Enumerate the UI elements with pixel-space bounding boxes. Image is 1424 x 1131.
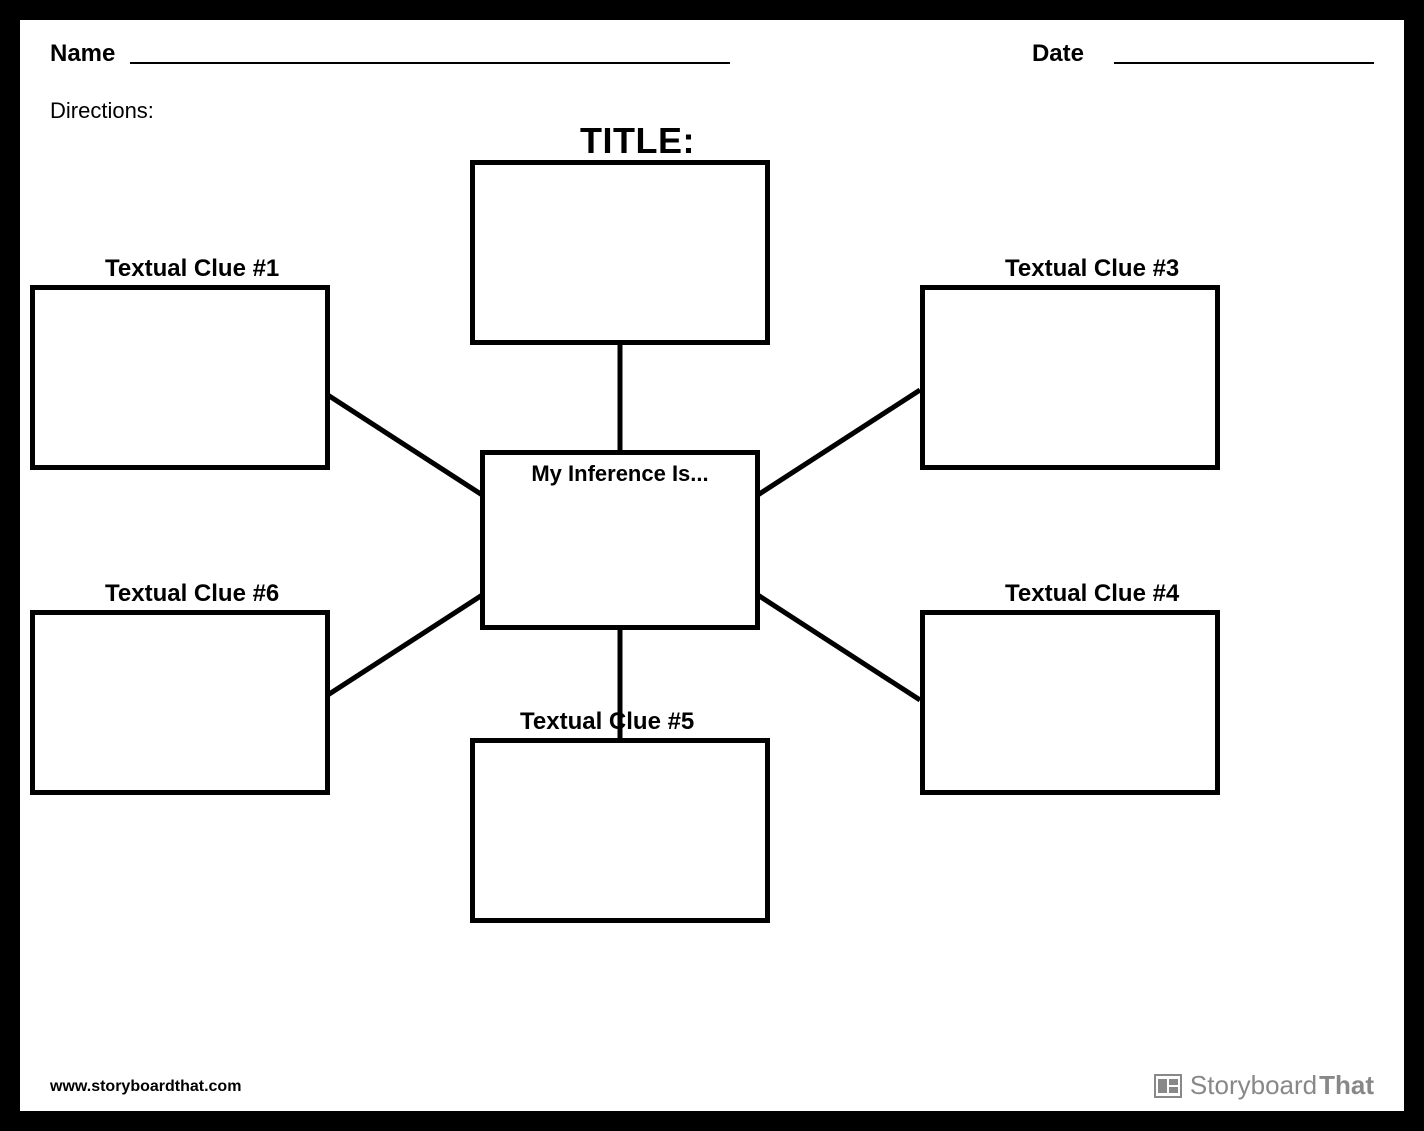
clue4-box[interactable] [920, 610, 1220, 795]
page-frame: Name Date Directions: TITLE: My [0, 0, 1424, 1131]
inference-label: My Inference Is... [485, 461, 755, 487]
date-label: Date [1032, 40, 1084, 68]
footer-url: www.storyboardthat.com [50, 1078, 241, 1096]
clue5-label: Textual Clue #5 [520, 708, 694, 736]
clue3-label: Textual Clue #3 [1005, 255, 1179, 283]
brand-text-1: Storyboard [1190, 1070, 1317, 1101]
date-input-line[interactable] [1114, 62, 1374, 64]
clue1-box[interactable] [30, 285, 330, 470]
title-box[interactable] [470, 160, 770, 345]
title-label: TITLE: [580, 120, 695, 162]
storyboard-icon [1154, 1074, 1182, 1098]
worksheet-page: Name Date Directions: TITLE: My [20, 20, 1404, 1111]
clue5-box[interactable] [470, 738, 770, 923]
clue6-box[interactable] [30, 610, 330, 795]
directions-label: Directions: [50, 98, 154, 124]
brand-text-2: That [1319, 1070, 1374, 1101]
inference-box[interactable]: My Inference Is... [480, 450, 760, 630]
name-label: Name [50, 40, 115, 68]
clue4-label: Textual Clue #4 [1005, 580, 1179, 608]
clue6-label: Textual Clue #6 [105, 580, 279, 608]
name-input-line[interactable] [130, 62, 730, 64]
brand-logo: Storyboard That [1154, 1070, 1374, 1101]
clue3-box[interactable] [920, 285, 1220, 470]
clue1-label: Textual Clue #1 [105, 255, 279, 283]
